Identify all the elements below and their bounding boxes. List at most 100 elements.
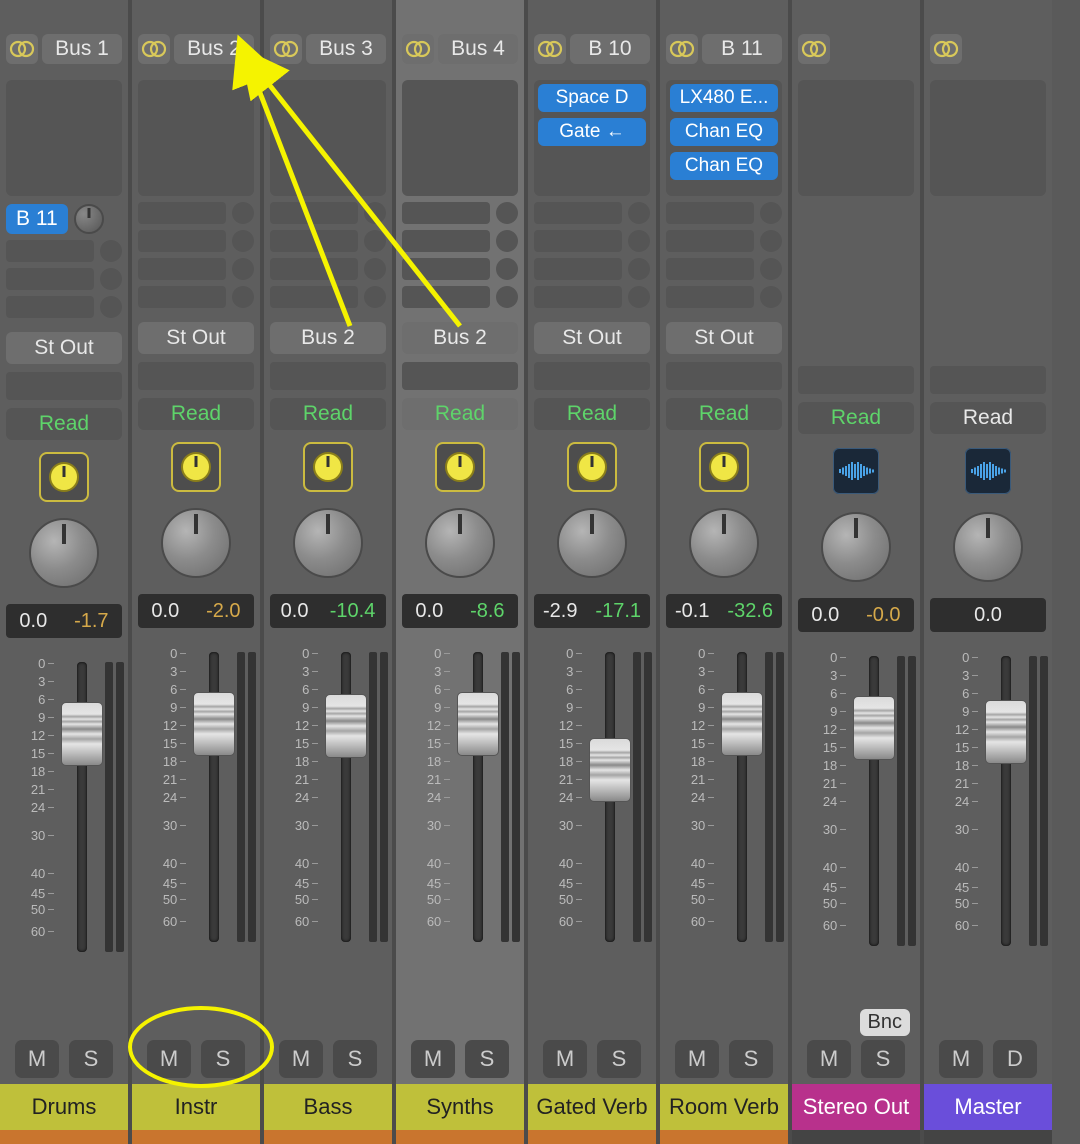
inserts-area[interactable] — [138, 80, 254, 196]
solo-button[interactable]: S — [465, 1040, 509, 1078]
group-slot[interactable] — [666, 362, 782, 390]
channel-name[interactable]: Stereo Out — [792, 1084, 920, 1130]
stereo-mode-icon[interactable] — [798, 34, 830, 64]
fader-cap[interactable] — [589, 738, 631, 802]
send-knob-empty[interactable] — [364, 258, 386, 280]
plugin-chip[interactable]: Space D — [538, 84, 646, 112]
send-slot-empty[interactable] — [402, 258, 490, 280]
send-slot-empty[interactable] — [138, 202, 226, 224]
send-knob-empty[interactable] — [628, 286, 650, 308]
send-slot-empty[interactable] — [138, 286, 226, 308]
send-knob-empty[interactable] — [232, 230, 254, 252]
send-slot-empty[interactable] — [138, 258, 226, 280]
send-slot-empty[interactable] — [402, 286, 490, 308]
send-knob-empty[interactable] — [496, 230, 518, 252]
output-button[interactable]: Bus 2 — [402, 322, 518, 354]
group-slot[interactable] — [138, 362, 254, 390]
send-slot-empty[interactable] — [6, 296, 94, 318]
send-slot-empty[interactable] — [270, 230, 358, 252]
channel-name[interactable]: Drums — [0, 1084, 128, 1130]
send-knob-empty[interactable] — [364, 202, 386, 224]
binaural-icon[interactable] — [965, 448, 1011, 494]
send-knob-empty[interactable] — [100, 268, 122, 290]
send-slot-empty[interactable] — [270, 258, 358, 280]
channel-name[interactable]: Room Verb — [660, 1084, 788, 1130]
input-bus-button[interactable]: Bus 3 — [306, 34, 386, 64]
pan-mode-button[interactable] — [569, 444, 615, 490]
send-level-knob[interactable] — [74, 204, 104, 234]
pan-knob[interactable] — [293, 508, 363, 578]
output-button[interactable]: Bus 2 — [270, 322, 386, 354]
send-knob-empty[interactable] — [364, 286, 386, 308]
automation-mode[interactable]: Read — [6, 408, 122, 440]
send-slot-empty[interactable] — [666, 230, 754, 252]
inserts-area[interactable] — [6, 80, 122, 196]
plugin-chip[interactable]: Gate ← — [538, 118, 646, 146]
fader-cap[interactable] — [853, 696, 895, 760]
automation-mode[interactable]: Read — [666, 398, 782, 430]
group-slot[interactable] — [930, 366, 1046, 394]
stereo-mode-icon[interactable] — [666, 34, 698, 64]
send-slot-empty[interactable] — [402, 202, 490, 224]
send-slot-empty[interactable] — [534, 258, 622, 280]
inserts-area[interactable] — [270, 80, 386, 196]
pan-knob[interactable] — [161, 508, 231, 578]
mute-button[interactable]: M — [807, 1040, 851, 1078]
pan-mode-button[interactable] — [305, 444, 351, 490]
mute-button[interactable]: M — [939, 1040, 983, 1078]
group-slot[interactable] — [534, 362, 650, 390]
solo-button[interactable]: S — [333, 1040, 377, 1078]
input-bus-button[interactable]: B 11 — [702, 34, 782, 64]
pan-knob[interactable] — [821, 512, 891, 582]
output-button[interactable]: St Out — [666, 322, 782, 354]
send-slot-empty[interactable] — [270, 286, 358, 308]
mute-button[interactable]: M — [543, 1040, 587, 1078]
pan-knob[interactable] — [689, 508, 759, 578]
plugin-chip[interactable]: Chan EQ — [670, 118, 778, 146]
group-slot[interactable] — [270, 362, 386, 390]
stereo-mode-icon[interactable] — [534, 34, 566, 64]
fader-cap[interactable] — [61, 702, 103, 766]
pan-mode-button[interactable] — [41, 454, 87, 500]
mute-button[interactable]: M — [15, 1040, 59, 1078]
pan-knob[interactable] — [953, 512, 1023, 582]
plugin-chip[interactable]: Chan EQ — [670, 152, 778, 180]
inserts-area[interactable] — [930, 80, 1046, 196]
automation-mode[interactable]: Read — [402, 398, 518, 430]
send-knob-empty[interactable] — [100, 240, 122, 262]
pan-mode-button[interactable] — [437, 444, 483, 490]
send-knob-empty[interactable] — [496, 286, 518, 308]
send-knob-empty[interactable] — [628, 202, 650, 224]
solo-button[interactable]: S — [69, 1040, 113, 1078]
send-bus-chip[interactable]: B 11 — [6, 204, 68, 234]
sends-area[interactable] — [666, 202, 782, 308]
channel-name[interactable]: Instr — [132, 1084, 260, 1130]
input-bus-button[interactable]: Bus 2 — [174, 34, 254, 64]
bounce-indicator[interactable]: Bnc — [860, 1009, 910, 1036]
group-slot[interactable] — [6, 372, 122, 400]
send-knob-empty[interactable] — [628, 258, 650, 280]
solo-button[interactable]: S — [729, 1040, 773, 1078]
send-slot-empty[interactable] — [666, 258, 754, 280]
mute-button[interactable]: M — [279, 1040, 323, 1078]
send-knob-empty[interactable] — [100, 296, 122, 318]
fader-track[interactable] — [190, 652, 237, 942]
send-knob-empty[interactable] — [760, 286, 782, 308]
stereo-mode-icon[interactable] — [6, 34, 38, 64]
solo-button[interactable]: S — [201, 1040, 245, 1078]
sends-area[interactable] — [402, 202, 518, 308]
automation-mode[interactable]: Read — [534, 398, 650, 430]
send-slot-empty[interactable] — [6, 268, 94, 290]
send-knob-empty[interactable] — [232, 202, 254, 224]
send-slot-empty[interactable] — [534, 230, 622, 252]
automation-mode[interactable]: Read — [798, 402, 914, 434]
channel-name[interactable]: Bass — [264, 1084, 392, 1130]
automation-mode[interactable]: Read — [270, 398, 386, 430]
channel-name[interactable]: Synths — [396, 1084, 524, 1130]
fader-cap[interactable] — [457, 692, 499, 756]
send-slot-empty[interactable] — [534, 286, 622, 308]
pan-mode-button[interactable] — [173, 444, 219, 490]
stereo-mode-icon[interactable] — [138, 34, 170, 64]
send-knob-empty[interactable] — [232, 286, 254, 308]
inserts-area[interactable] — [402, 80, 518, 196]
